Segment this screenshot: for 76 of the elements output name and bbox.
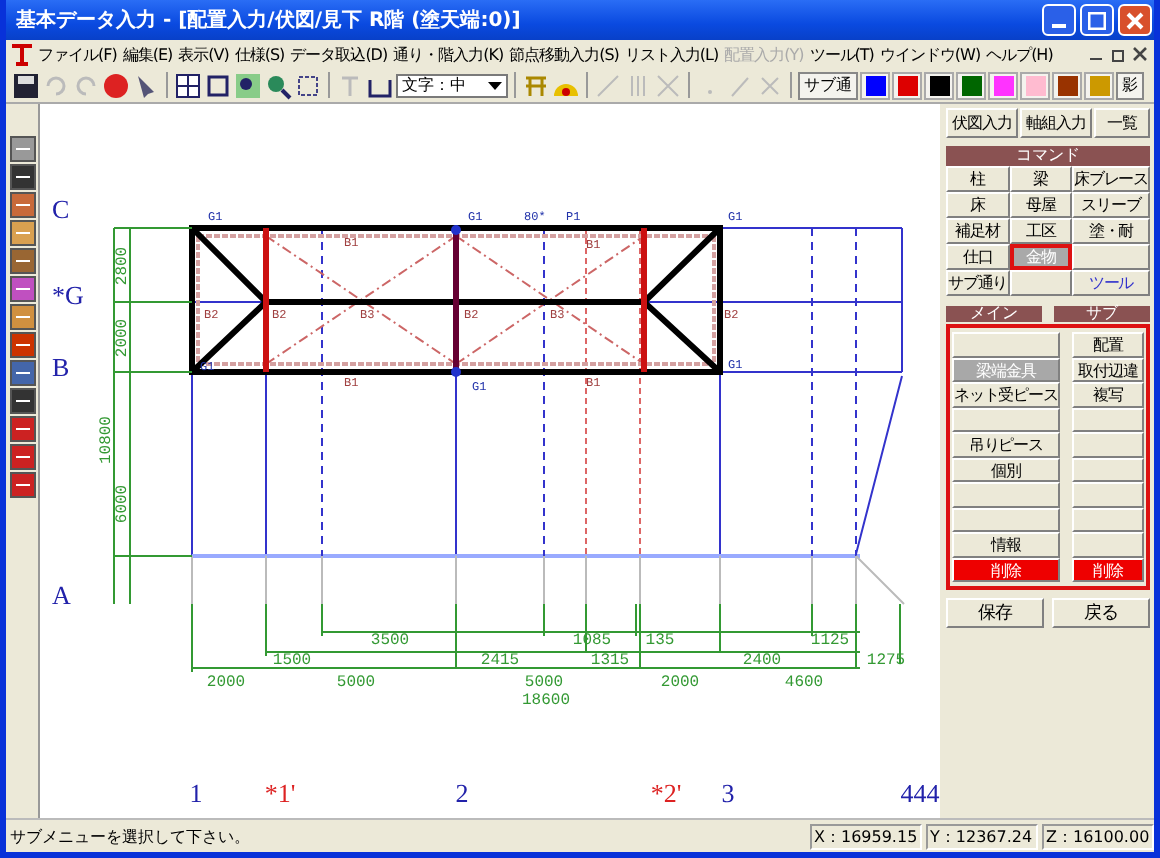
delete-button[interactable]: 削除 (1071, 557, 1144, 582)
grid-axis-label: *1' (264, 778, 296, 808)
menu-button[interactable]: 個別 (952, 457, 1060, 482)
panel-button[interactable]: 戻る (1052, 598, 1150, 628)
dimension-text: 2000 (206, 674, 246, 692)
tab[interactable]: 軸組入力 (1020, 108, 1092, 138)
menu-item[interactable]: ツール(T) (809, 43, 874, 65)
grid-axis-label: C (52, 194, 70, 224)
grid-axis-label: B (52, 352, 70, 382)
window-title: 基本データ入力 - [配置入力/伏図/見下 R階 (塗天端:0)] (16, 7, 523, 34)
dimension-text: 1275 (866, 652, 906, 670)
shadow-button[interactable]: 影 (1116, 71, 1144, 99)
section-header: コマンド (946, 146, 1150, 166)
dimension-text: 3500 (370, 632, 410, 650)
grid-axis-label: A (52, 580, 71, 610)
command-button[interactable]: 梁 (1009, 166, 1072, 192)
tab[interactable]: 伏図入力 (946, 108, 1018, 138)
menu-button[interactable]: 複写 (1071, 382, 1144, 407)
dimension-text: 2000 (114, 318, 132, 358)
dimension-text: 5000 (336, 674, 376, 692)
menu-item[interactable]: 通り・階入力(K) (393, 43, 504, 65)
grid-axis-label: 444 (900, 778, 940, 808)
panel-button[interactable]: 保存 (946, 598, 1044, 628)
y-coordinate: Y：12367.24 (926, 823, 1038, 849)
dimension-text: 1125 (810, 632, 850, 650)
command-button[interactable]: 床ブレース (1071, 166, 1150, 192)
command-button[interactable]: 母屋 (1009, 192, 1072, 218)
menu-item[interactable]: 表示(V) (178, 43, 229, 65)
menu-item[interactable]: ファイル(F) (38, 43, 117, 65)
command-button[interactable]: 補足材 (946, 218, 1010, 244)
command-button[interactable]: サブ通り (946, 270, 1010, 296)
menu-item[interactable]: リスト入力(L) (624, 43, 719, 65)
dimension-text: 6000 (114, 484, 132, 524)
grid-axis-label: 1 (189, 778, 203, 808)
dimension-text: 2415 (480, 652, 520, 670)
menu-item[interactable]: データ取込(D) (290, 43, 388, 65)
menu-item[interactable]: 編集(E) (122, 43, 173, 65)
command-button[interactable]: 床 (946, 192, 1010, 218)
menu-item[interactable]: ヘルプ(H) (986, 43, 1053, 65)
grid-axis-label: 3 (721, 778, 735, 808)
command-button[interactable]: 塗・耐 (1071, 218, 1150, 244)
dimension-text: 1315 (590, 652, 630, 670)
menu-button[interactable]: 配置 (1071, 332, 1144, 357)
menu-item[interactable]: ウインドウ(W) (879, 43, 981, 65)
section-header: メイン (946, 306, 1042, 322)
text-size-dropdown[interactable]: 文字：中 (396, 73, 508, 97)
menu-item[interactable]: 節点移動入力(S) (509, 43, 619, 65)
sub-grid-button[interactable]: サブ通 (798, 71, 858, 99)
tab[interactable]: 一覧 (1094, 108, 1150, 138)
menu-button[interactable]: 吊りピース (952, 432, 1060, 457)
menu-button[interactable]: 取付辺違 (1071, 357, 1144, 382)
dimension-text: 18600 (522, 692, 570, 710)
dimension-text: 1500 (272, 652, 312, 670)
dimension-text: 4600 (784, 674, 824, 692)
menu-button[interactable]: ネット受ピース (952, 382, 1060, 407)
dimension-text: 135 (645, 632, 675, 650)
dimension-text: 2800 (114, 246, 132, 286)
command-button[interactable]: スリーブ (1071, 192, 1150, 218)
menu-item[interactable]: 仕様(S) (234, 43, 285, 65)
command-button[interactable]: 柱 (946, 166, 1010, 192)
grid-axis-label: *G (52, 280, 84, 310)
grid-axis-label: *2' (650, 778, 682, 808)
command-button[interactable]: 仕口 (946, 244, 1010, 270)
section-header: サブ (1054, 306, 1150, 322)
command-button[interactable]: 工区 (1009, 218, 1072, 244)
z-coordinate: Z：16100.00 (1042, 823, 1154, 849)
delete-button[interactable]: 削除 (952, 557, 1060, 582)
grid-axis-label: 2 (455, 778, 469, 808)
dimension-text: 2000 (660, 674, 700, 692)
dimension-text: 10800 (98, 416, 116, 464)
dimension-text: 2400 (742, 652, 782, 670)
x-coordinate: X：16959.15 (810, 823, 922, 849)
tool-button[interactable]: ツール (1071, 270, 1150, 296)
status-message: サブメニューを選択して下さい。 (8, 825, 252, 847)
dimension-text: 5000 (524, 674, 564, 692)
menu-button[interactable]: 情報 (952, 532, 1060, 557)
